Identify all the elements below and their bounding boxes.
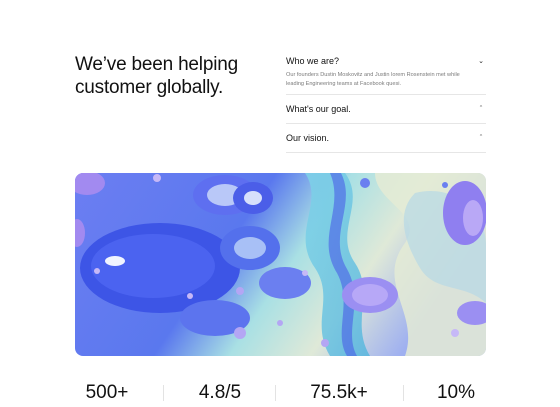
accordion-body-line: Our founders Dustin Moskovitz and Justin…	[286, 72, 460, 78]
faq-accordion: Who we are? ⌄ Our founders Dustin Moskov…	[286, 54, 486, 153]
hero-image	[75, 173, 486, 356]
accordion-body-who-we-are: Our founders Dustin Moskovitz and Justin…	[286, 68, 486, 94]
accordion-title: What's our goal.	[286, 104, 351, 114]
chevron-down-icon[interactable]: ⌄	[476, 57, 486, 65]
accordion-title: Who we are?	[286, 56, 340, 66]
stat-divider	[403, 385, 404, 401]
accordion-header-our-goal[interactable]: What's our goal. ˆ	[286, 95, 486, 123]
chevron-up-icon[interactable]: ˆ	[476, 135, 486, 142]
stat-divider	[275, 385, 276, 401]
headline-line-1: We’ve been helping	[75, 54, 238, 75]
chevron-up-icon[interactable]: ˆ	[476, 106, 486, 113]
stats-bar: 500+ 4.8/5 75.5k+ 10%	[75, 377, 486, 407]
stat-customers: 500+	[85, 382, 129, 403]
stat-rating: 4.8/5	[198, 382, 242, 403]
stat-divider	[163, 385, 164, 401]
stat-percentage: 10%	[436, 382, 476, 403]
accordion-title: Our vision.	[286, 133, 330, 143]
accordion-header-our-vision[interactable]: Our vision. ˆ	[286, 124, 486, 152]
stat-users: 75.5k+	[310, 382, 368, 403]
accordion-header-who-we-are[interactable]: Who we are? ⌄	[286, 54, 486, 68]
fluid-art-image	[75, 173, 486, 356]
accordion-item-who-we-are: Who we are? ⌄ Our founders Dustin Moskov…	[286, 54, 486, 95]
accordion-item-our-goal: What's our goal. ˆ	[286, 95, 486, 124]
accordion-body-line: leading Engineering teams at Facebook qu…	[286, 80, 402, 87]
accordion-item-our-vision: Our vision. ˆ	[286, 124, 486, 153]
headline-line-2: customer globally.	[75, 77, 224, 98]
page-headline: We’ve been helping customer globally.	[75, 53, 238, 99]
